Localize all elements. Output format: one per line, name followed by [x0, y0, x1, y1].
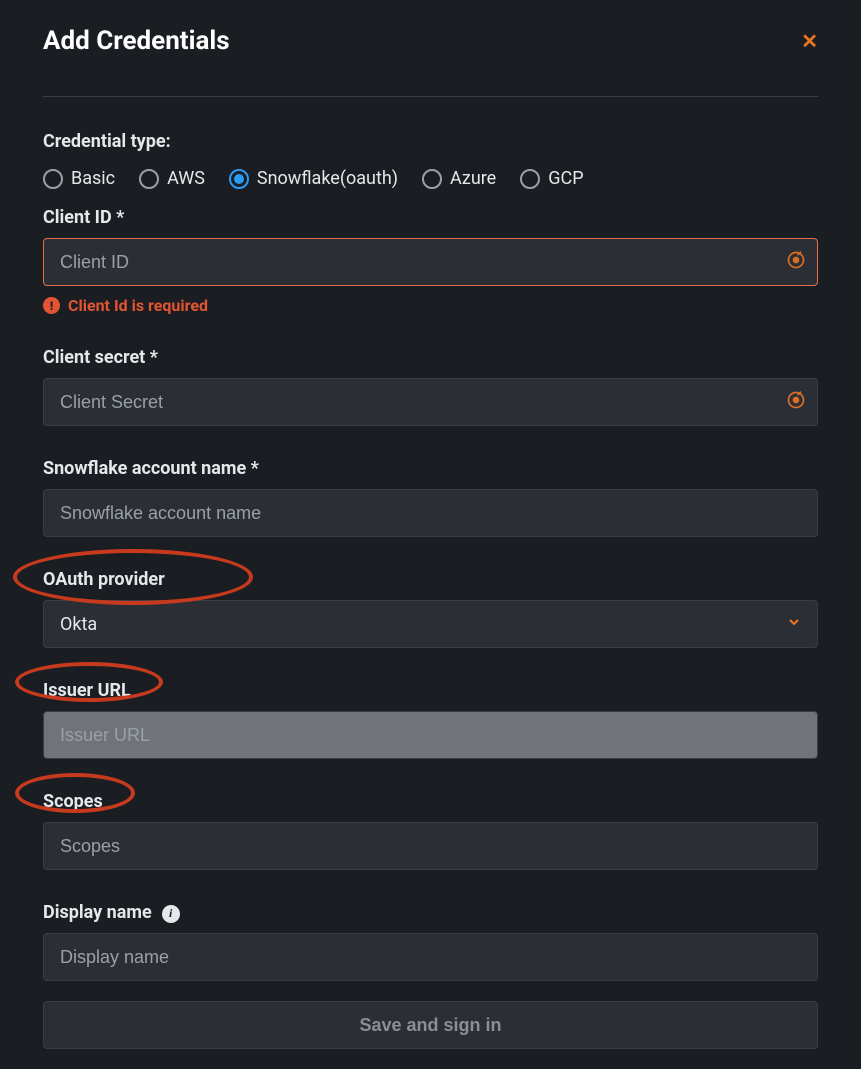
radio-aws-label: AWS [167, 168, 205, 189]
client-id-label: Client ID * [43, 207, 124, 228]
field-client-id: Client ID * ! Client Id is required [43, 197, 818, 315]
field-issuer-url: Issuer URL [43, 670, 818, 759]
field-oauth-provider: OAuth provider Okta [43, 559, 818, 648]
field-account-name: Snowflake account name * [43, 448, 818, 537]
radio-aws[interactable]: AWS [139, 168, 205, 189]
display-name-input-wrap [43, 933, 818, 981]
field-client-secret: Client secret * [43, 337, 818, 426]
client-secret-input-wrap [43, 378, 818, 426]
display-name-input[interactable] [43, 933, 818, 981]
modal-header: Add Credentials ✕ [43, 26, 818, 97]
radio-icon [43, 169, 63, 189]
client-id-error: ! Client Id is required [43, 296, 818, 315]
account-name-label: Snowflake account name * [43, 458, 259, 479]
info-icon[interactable]: i [162, 905, 180, 923]
oauth-provider-select[interactable]: Okta [43, 600, 818, 648]
radio-snowflake-oauth[interactable]: Snowflake(oauth) [229, 168, 398, 189]
field-display-name: Display name i [43, 892, 818, 981]
radio-basic[interactable]: Basic [43, 168, 115, 189]
issuer-url-input[interactable] [43, 711, 818, 759]
radio-snowflake-label: Snowflake(oauth) [257, 168, 398, 189]
radio-icon [520, 169, 540, 189]
radio-icon [229, 169, 249, 189]
credential-type-radio-group: Basic AWS Snowflake(oauth) Azure GCP [43, 168, 818, 189]
radio-azure-label: Azure [450, 168, 496, 189]
scopes-input[interactable] [43, 822, 818, 870]
field-scopes: Scopes [43, 781, 818, 870]
radio-icon [422, 169, 442, 189]
issuer-url-input-wrap [43, 711, 818, 759]
issuer-url-label: Issuer URL [43, 680, 131, 701]
oauth-provider-select-wrap[interactable]: Okta [43, 600, 818, 648]
client-id-input-wrap [43, 238, 818, 286]
vault-icon[interactable] [786, 250, 806, 274]
chevron-down-icon [786, 614, 802, 634]
account-name-input-wrap [43, 489, 818, 537]
client-secret-input[interactable] [43, 378, 818, 426]
error-icon: ! [43, 297, 60, 314]
account-name-input[interactable] [43, 489, 818, 537]
oauth-provider-label: OAuth provider [43, 569, 165, 590]
radio-icon [139, 169, 159, 189]
client-id-input[interactable] [43, 238, 818, 286]
client-secret-label: Client secret * [43, 347, 158, 368]
radio-azure[interactable]: Azure [422, 168, 496, 189]
credential-type-label: Credential type: [43, 131, 818, 152]
scopes-input-wrap [43, 822, 818, 870]
modal-title: Add Credentials [43, 26, 230, 56]
radio-gcp[interactable]: GCP [520, 168, 583, 189]
vault-icon[interactable] [786, 390, 806, 414]
display-name-label: Display name [43, 902, 152, 923]
close-icon[interactable]: ✕ [801, 31, 818, 51]
scopes-label: Scopes [43, 791, 103, 812]
radio-gcp-label: GCP [548, 168, 583, 189]
credential-type-section: Credential type: Basic AWS Snowflake(oau… [43, 131, 818, 189]
radio-basic-label: Basic [71, 168, 115, 189]
client-id-error-text: Client Id is required [68, 296, 208, 315]
save-and-sign-in-button[interactable]: Save and sign in [43, 1001, 818, 1049]
